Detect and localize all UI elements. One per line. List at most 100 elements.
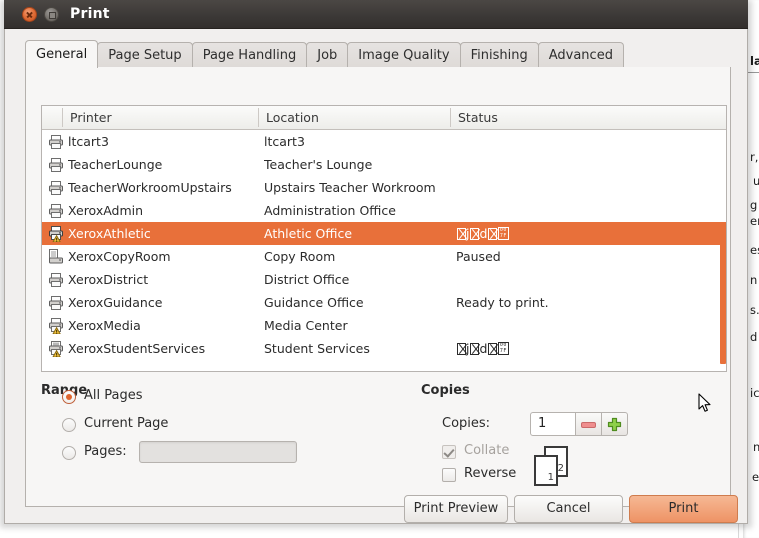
printer-warning-icon [48, 318, 64, 334]
missing-glyph-hexbox: 00 7F [497, 342, 509, 355]
cell-status [456, 130, 720, 153]
collate-preview-page-1: 1 [534, 455, 558, 486]
table-row[interactable]: TeacherLounge Teacher's Lounge [42, 153, 726, 176]
cell-location: Media Center [264, 318, 348, 333]
printer-list-header: Printer Location Status [42, 106, 726, 130]
cell-printer: TeacherLounge [68, 157, 163, 172]
printer-icon [48, 295, 64, 311]
cell-location: Guidance Office [264, 295, 364, 310]
tab-page-handling[interactable]: Page Handling [191, 42, 308, 68]
column-header-location[interactable]: Location [258, 106, 450, 129]
radio-pages[interactable] [62, 445, 76, 460]
label-copies: Copies: [442, 416, 491, 431]
cell-status-garbled: j d 00 7F [456, 337, 720, 360]
label-collate[interactable]: Collate [464, 442, 509, 460]
missing-glyph-hexbox: 00 7F [497, 227, 509, 240]
printer-icon [48, 134, 64, 150]
cell-status [456, 153, 720, 176]
column-header-printer[interactable]: Printer [62, 106, 258, 129]
missing-glyph-box [469, 228, 479, 240]
missing-glyph-box [456, 343, 466, 355]
label-pages[interactable]: Pages: [84, 443, 127, 461]
label-current-page[interactable]: Current Page [84, 415, 168, 433]
printer-list[interactable]: Printer Location Status ltcart3 ltcart3 … [41, 105, 727, 372]
checkbox-collate[interactable] [442, 444, 456, 459]
screen: la r, ur g er es n t s. d s icu ne el Pr… [0, 0, 759, 538]
scrollbar-thumb[interactable] [720, 222, 726, 364]
cell-location: Upstairs Teacher Workroom [264, 180, 436, 195]
missing-glyph-box [469, 343, 479, 355]
table-row[interactable]: XeroxMedia Media Center [42, 314, 726, 337]
tab-job[interactable]: Job [306, 42, 349, 68]
minus-icon [581, 422, 596, 428]
cell-printer: XeroxGuidance [68, 295, 163, 310]
printer-warning-icon [48, 341, 64, 357]
printer-icon [48, 157, 64, 173]
cancel-button[interactable]: Cancel [514, 495, 623, 523]
copies-group-title: Copies [421, 383, 470, 398]
printer-list-body: ltcart3 ltcart3 TeacherLounge Teacher's … [42, 130, 726, 371]
background-document-line: ur [753, 174, 759, 188]
cell-status [456, 314, 720, 337]
cell-location: ltcart3 [264, 134, 305, 149]
pages-input[interactable] [139, 441, 297, 463]
cell-printer: XeroxAthletic [68, 226, 151, 241]
table-row[interactable]: XeroxDistrict District Office [42, 268, 726, 291]
table-row[interactable]: ltcart3 ltcart3 [42, 130, 726, 153]
close-icon[interactable] [22, 7, 37, 22]
printer-paper-icon [48, 249, 64, 265]
tab-advanced[interactable]: Advanced [537, 42, 624, 68]
printer-icon [48, 203, 64, 219]
missing-glyph-box [487, 343, 497, 355]
cell-location: Copy Room [264, 249, 336, 264]
collate-preview-page-1-number: 1 [547, 472, 554, 483]
label-all-pages[interactable]: All Pages [84, 387, 143, 405]
arrow-cursor [698, 393, 712, 414]
cell-status [456, 268, 720, 291]
background-document-line: ne [753, 440, 759, 454]
cell-printer: TeacherWorkroomUpstairs [68, 180, 232, 195]
print-preview-button[interactable]: Print Preview [404, 495, 508, 523]
tab-bar: General Page Setup Page Handling Job Image Q… [25, 40, 624, 68]
dialog-body: General Page Setup Page Handling Job Image Q… [5, 29, 747, 523]
cell-printer: XeroxStudentServices [68, 341, 206, 356]
label-reverse[interactable]: Reverse [464, 465, 516, 483]
table-row[interactable]: XeroxGuidance Guidance Office Ready to p… [42, 291, 726, 314]
copies-decrement-button[interactable] [576, 412, 602, 436]
printer-icon [48, 180, 64, 196]
checkbox-reverse[interactable] [442, 467, 456, 482]
cell-location: Administration Office [264, 203, 396, 218]
column-header-status[interactable]: Status [450, 106, 726, 129]
cell-printer: XeroxDistrict [68, 272, 149, 287]
cell-location: Student Services [264, 341, 370, 356]
table-row[interactable]: TeacherWorkroomUpstairs Upstairs Teacher… [42, 176, 726, 199]
radio-current-page[interactable] [62, 417, 76, 432]
radio-all-pages[interactable] [62, 389, 76, 404]
cell-printer: XeroxMedia [68, 318, 141, 333]
tab-image-quality[interactable]: Image Quality [347, 42, 461, 68]
cell-location: Athletic Office [264, 226, 353, 241]
tab-finishing[interactable]: Finishing [459, 42, 539, 68]
table-row[interactable]: XeroxCopyRoom Copy Room Paused [42, 245, 726, 268]
tab-general[interactable]: General [25, 40, 99, 68]
general-tab-panel: Printer Location Status ltcart3 ltcart3 … [25, 67, 731, 507]
copies-increment-button[interactable] [602, 412, 628, 436]
print-button[interactable]: Print [629, 495, 738, 523]
cell-status [456, 199, 720, 222]
printer-icon [48, 272, 64, 288]
table-row-selected[interactable]: XeroxAthletic Athletic Office j d 00 7F [42, 222, 726, 245]
cell-status: Ready to print. [456, 295, 549, 310]
cell-printer: XeroxAdmin [68, 203, 144, 218]
column-header-icon [42, 106, 62, 129]
missing-glyph-box [456, 228, 466, 240]
window-title: Print [70, 6, 110, 22]
table-row[interactable]: XeroxAdmin Administration Office [42, 199, 726, 222]
missing-glyph-box [487, 228, 497, 240]
cell-status-garbled: j d 00 7F [456, 222, 720, 245]
tab-page-setup[interactable]: Page Setup [97, 42, 193, 68]
table-row[interactable]: XeroxStudentServices Student Services jd… [42, 337, 726, 360]
copies-input[interactable]: 1 [530, 412, 576, 436]
cell-printer: ltcart3 [68, 134, 109, 149]
maximize-icon[interactable] [44, 7, 59, 22]
printer-list-scrollbar[interactable] [720, 130, 726, 371]
